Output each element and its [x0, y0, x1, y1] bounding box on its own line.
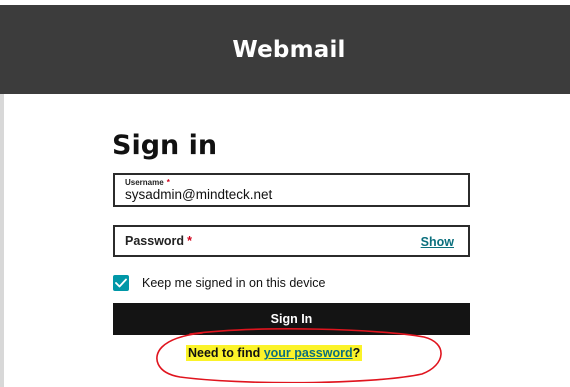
app-title: Webmail — [232, 36, 346, 63]
username-label-text: Username — [125, 178, 164, 187]
page-title: Sign in — [112, 130, 218, 161]
help-prefix: Need to find — [188, 346, 264, 360]
keep-signed-in-checkbox[interactable] — [113, 275, 129, 291]
find-password-help: Need to find your password? — [186, 345, 363, 361]
help-suffix: ? — [352, 346, 361, 360]
password-label-text: Password — [125, 234, 185, 248]
password-field[interactable]: Password * Show — [113, 225, 470, 257]
password-required-marker: * — [187, 234, 192, 248]
password-label: Password * — [125, 234, 192, 248]
username-label: Username * — [125, 178, 170, 187]
sign-in-button[interactable]: Sign In — [113, 303, 470, 335]
your-password-link[interactable]: your password — [264, 346, 353, 360]
username-field[interactable]: Username * sysadmin@mindteck.net — [113, 173, 470, 207]
show-password-link[interactable]: Show — [421, 235, 454, 249]
username-value[interactable]: sysadmin@mindteck.net — [125, 187, 272, 202]
left-edge-divider — [0, 94, 4, 387]
keep-signed-in-label: Keep me signed in on this device — [142, 276, 326, 290]
app-header: Webmail — [0, 5, 570, 94]
username-required-marker: * — [166, 178, 170, 187]
checkmark-icon — [115, 278, 127, 288]
keep-signed-in-row: Keep me signed in on this device — [113, 275, 325, 291]
